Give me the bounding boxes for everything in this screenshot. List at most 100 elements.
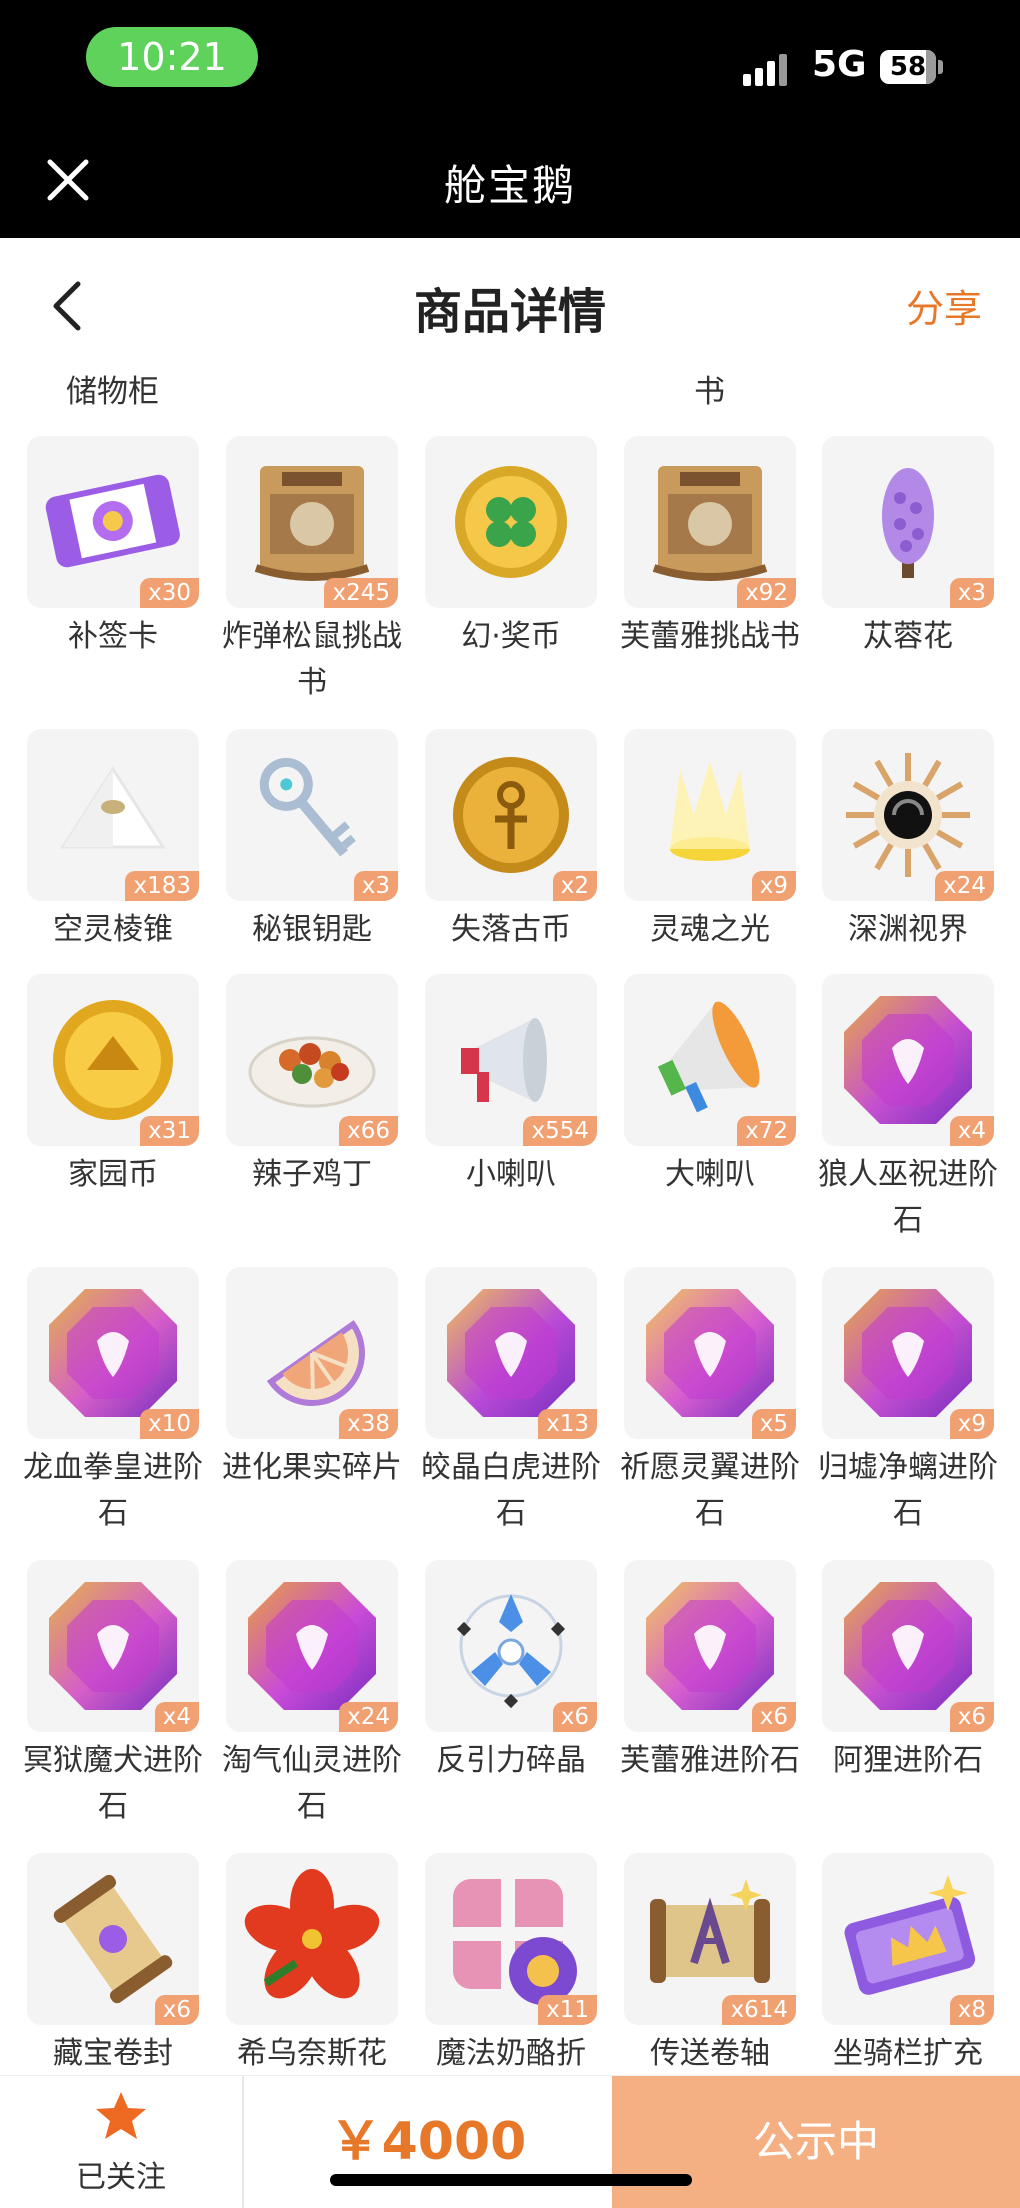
home-indicator (330, 2174, 692, 2186)
item-name: 藏宝卷封 (53, 2036, 173, 2071)
item-name: 幻·奖币 (461, 619, 561, 654)
item-card[interactable]: x92 芙蕾雅挑战书 (620, 436, 800, 660)
item-thumbnail: x11 (425, 1853, 597, 2025)
item-quantity-badge: x2 (552, 871, 597, 901)
item-card[interactable]: x4 冥狱魔犬进阶石 (23, 1560, 203, 1830)
item-card[interactable]: x245 炸弹松鼠挑战书 (222, 436, 402, 706)
item-name: 失落古币 (451, 912, 571, 947)
item-name: 芙蕾雅挑战书 (620, 619, 800, 654)
item-name: 归墟净螭进阶石 (818, 1450, 998, 1531)
status-bar: 10:21 5G 58 (0, 0, 1020, 130)
item-card[interactable]: x72 大喇叭 (624, 974, 796, 1198)
item-name: 大喇叭 (665, 1157, 755, 1192)
item-thumbnail: x9 (822, 1267, 994, 1439)
item-card[interactable]: x24 淘气仙灵进阶石 (222, 1560, 402, 1830)
item-name: 空灵棱锥 (53, 912, 173, 947)
item-card[interactable]: x183 空灵棱锥 (27, 729, 199, 953)
item-thumbnail: x9 (624, 729, 796, 901)
item-card[interactable]: x66 辣子鸡丁 (226, 974, 398, 1198)
price: ￥4000 (329, 2112, 527, 2172)
item-name: 辣子鸡丁 (252, 1157, 372, 1192)
item-card[interactable]: x31 家园币 (27, 974, 199, 1198)
follow-label: 已关注 (76, 2160, 166, 2195)
item-card[interactable]: x6 藏宝卷封 (27, 1853, 199, 2077)
share-button[interactable]: 分享 (906, 278, 982, 333)
item-quantity-badge: x38 (339, 1409, 398, 1439)
item-card[interactable]: x5 祈愿灵翼进阶石 (620, 1267, 800, 1537)
item-quantity-badge: x554 (523, 1116, 597, 1146)
item-card[interactable]: 幻·奖币 (425, 436, 597, 660)
item-quantity-badge: x31 (140, 1116, 199, 1146)
item-card[interactable]: x6 芙蕾雅进阶石 (620, 1560, 800, 1784)
item-quantity-badge: x6 (154, 1995, 199, 2025)
item-thumbnail: x2 (425, 729, 597, 901)
item-quantity-badge: x614 (722, 1995, 796, 2025)
item-quantity-badge: x6 (949, 1702, 994, 1732)
item-thumbnail (425, 436, 597, 608)
item-card[interactable]: x554 小喇叭 (425, 974, 597, 1198)
item-quantity-badge: x6 (552, 1702, 597, 1732)
status-button[interactable]: 公示中 (612, 2076, 1020, 2208)
item-thumbnail: x554 (425, 974, 597, 1146)
item-thumbnail: x3 (822, 436, 994, 608)
item-card[interactable]: x24 深渊视界 (822, 729, 994, 953)
app-title: 舱宝鹅 (443, 161, 576, 210)
item-card[interactable]: x9 归墟净螭进阶石 (818, 1267, 998, 1537)
item-thumbnail: x6 (822, 1560, 994, 1732)
item-thumbnail: x6 (425, 1560, 597, 1732)
item-card[interactable]: x4 狼人巫祝进阶石 (818, 974, 998, 1244)
item-quantity-badge: x5 (751, 1409, 796, 1439)
item-card[interactable]: x11 魔法奶酪折 (425, 1853, 597, 2077)
item-thumbnail: x24 (822, 729, 994, 901)
red-flower-icon (244, 1869, 380, 1999)
item-name: 希乌奈斯花 (237, 2036, 387, 2071)
battery-icon: 58 (880, 50, 936, 84)
item-thumbnail: x38 (226, 1267, 398, 1439)
partial-label-1: 储物柜 (66, 374, 159, 410)
item-quantity-badge: x4 (154, 1702, 199, 1732)
item-card[interactable]: x3 苁蓉花 (822, 436, 994, 660)
item-card[interactable]: x6 阿狸进阶石 (822, 1560, 994, 1784)
item-thumbnail: x10 (27, 1267, 199, 1439)
item-card[interactable]: x13 皎晶白虎进阶石 (421, 1267, 601, 1537)
item-thumbnail: x92 (624, 436, 796, 608)
item-thumbnail: x6 (624, 1560, 796, 1732)
item-quantity-badge: x11 (538, 1995, 597, 2025)
item-name: 补签卡 (68, 619, 158, 654)
item-quantity-badge: x9 (751, 871, 796, 901)
item-thumbnail: x24 (226, 1560, 398, 1732)
item-card[interactable]: x6 反引力碎晶 (425, 1560, 597, 1784)
item-name: 小喇叭 (466, 1157, 556, 1192)
item-thumbnail (226, 1853, 398, 2025)
battery-nub (938, 60, 943, 74)
item-card[interactable]: x9 灵魂之光 (624, 729, 796, 953)
item-name: 龙血拳皇进阶石 (23, 1450, 203, 1531)
item-name: 芙蕾雅进阶石 (620, 1743, 800, 1778)
item-card[interactable]: x38 进化果实碎片 (222, 1267, 402, 1491)
item-thumbnail: x245 (226, 436, 398, 608)
item-name: 传送卷轴 (650, 2036, 770, 2071)
item-card[interactable]: x10 龙血拳皇进阶石 (23, 1267, 203, 1537)
star-icon (96, 2092, 146, 2139)
item-quantity-badge: x6 (751, 1702, 796, 1732)
item-name: 家园币 (68, 1157, 158, 1192)
item-quantity-badge: x8 (949, 1995, 994, 2025)
item-thumbnail: x614 (624, 1853, 796, 2025)
battery-level: 58 (889, 52, 927, 82)
item-card[interactable]: x8 坐骑栏扩充 (822, 1853, 994, 2077)
item-thumbnail: x8 (822, 1853, 994, 2025)
page-header: 商品详情 分享 (0, 238, 1020, 368)
item-card[interactable]: x3 秘银钥匙 (226, 729, 398, 953)
item-name: 反引力碎晶 (436, 1743, 586, 1778)
item-thumbnail: x3 (226, 729, 398, 901)
item-card[interactable]: x614 传送卷轴 (624, 1853, 796, 2077)
item-card[interactable]: x2 失落古币 (425, 729, 597, 953)
item-name: 坐骑栏扩充 (833, 2036, 983, 2071)
item-quantity-badge: x3 (353, 871, 398, 901)
item-quantity-badge: x9 (949, 1409, 994, 1439)
item-thumbnail: x72 (624, 974, 796, 1146)
item-thumbnail: x4 (27, 1560, 199, 1732)
item-card[interactable]: x30 补签卡 (27, 436, 199, 660)
follow-button[interactable]: 已关注 (0, 2076, 244, 2208)
item-card[interactable]: 希乌奈斯花 (226, 1853, 398, 2077)
